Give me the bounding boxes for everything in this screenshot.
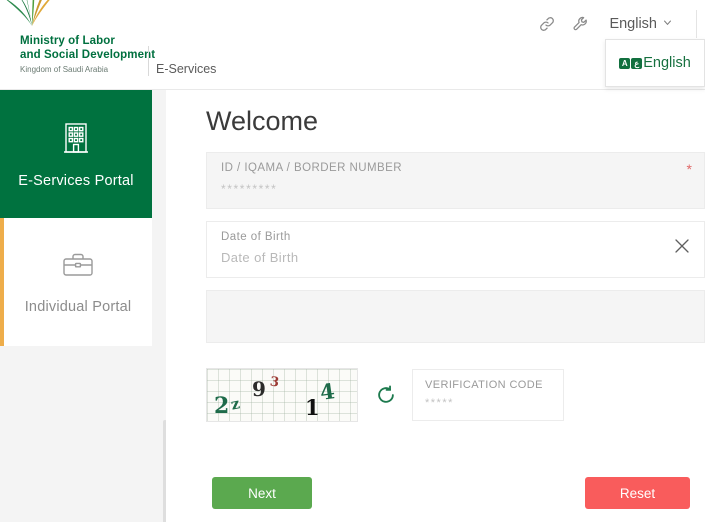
date-of-birth-field[interactable]: Date of Birth Date of Birth — [206, 221, 705, 278]
wrench-icon[interactable] — [571, 14, 591, 34]
empty-panel — [206, 290, 705, 343]
header-actions: English — [537, 8, 697, 40]
sidebar: E-Services Portal Individual Portal — [0, 90, 166, 522]
language-selector[interactable]: English — [605, 14, 678, 34]
language-label: English — [609, 16, 657, 32]
main-content: Welcome ID / IQAMA / BORDER NUMBER *****… — [166, 90, 705, 522]
chevron-down-icon — [663, 18, 672, 27]
link-icon[interactable] — [537, 14, 557, 34]
captcha-row: 2 z 9 3 1 4 VERIFICATION CODE ***** — [206, 368, 564, 422]
sidebar-item-eservices-portal[interactable]: E-Services Portal — [0, 90, 152, 218]
palm-starburst-logo-icon — [2, 0, 64, 38]
date-of-birth-value: Date of Birth — [221, 250, 298, 265]
next-button[interactable]: Next — [212, 477, 312, 509]
id-iqama-value: ********* — [221, 182, 277, 196]
id-iqama-label: ID / IQAMA / BORDER NUMBER — [221, 162, 402, 174]
captcha-char: 2 — [214, 393, 229, 419]
language-dropdown-menu[interactable]: A ع English — [605, 39, 705, 87]
captcha-char: 1 — [305, 395, 320, 420]
required-asterisk: * — [687, 161, 692, 177]
sidebar-item-label: E-Services Portal — [18, 173, 133, 189]
brand-subtitle: Kingdom of Saudi Arabia — [20, 63, 148, 76]
verification-code-label: VERIFICATION CODE — [425, 379, 543, 391]
header-divider — [148, 46, 149, 76]
briefcase-icon — [61, 250, 95, 285]
header-right-divider — [696, 10, 697, 38]
close-icon[interactable] — [672, 236, 692, 256]
captcha-char: z — [229, 394, 241, 413]
captcha-char: 9 — [252, 377, 266, 401]
refresh-icon[interactable] — [369, 378, 403, 412]
date-of-birth-label: Date of Birth — [221, 231, 291, 243]
site-header: Ministry of Labor and Social Development… — [0, 0, 705, 90]
language-option-english[interactable]: English — [643, 55, 691, 71]
translate-tile-latin: A — [619, 58, 630, 69]
captcha-char: 4 — [318, 378, 336, 405]
sidebar-item-label: Individual Portal — [25, 299, 132, 315]
ministry-logo[interactable]: Ministry of Labor and Social Development… — [0, 0, 150, 88]
brand-line-1: Ministry of Labor — [20, 34, 148, 48]
brand-line-2: and Social Development — [20, 48, 148, 62]
page-title: Welcome — [206, 106, 318, 137]
verification-code-value: ***** — [425, 397, 454, 409]
reset-button[interactable]: Reset — [585, 477, 690, 509]
translate-tile-arabic: ع — [631, 58, 642, 69]
eservices-label: E-Services — [156, 62, 216, 76]
building-icon — [61, 120, 91, 159]
verification-code-field[interactable]: VERIFICATION CODE ***** — [412, 369, 564, 421]
translate-icon: A ع — [619, 58, 642, 69]
id-iqama-field[interactable]: ID / IQAMA / BORDER NUMBER ********* * — [206, 152, 705, 209]
sidebar-item-individual-portal[interactable]: Individual Portal — [0, 218, 152, 346]
brand-text: Ministry of Labor and Social Development… — [20, 34, 148, 76]
captcha-char: 3 — [269, 374, 280, 390]
page-root: Ministry of Labor and Social Development… — [0, 0, 705, 522]
captcha-image: 2 z 9 3 1 4 — [206, 368, 358, 422]
